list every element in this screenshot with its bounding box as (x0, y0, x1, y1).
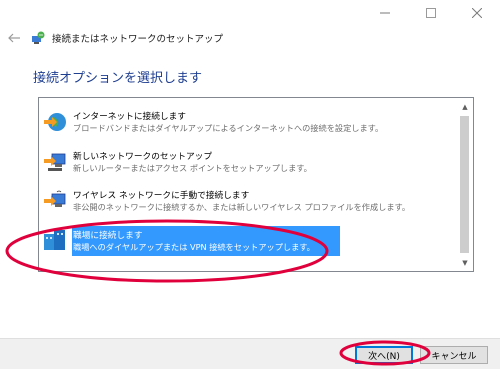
scroll-thumb[interactable] (460, 116, 469, 253)
scroll-up-icon[interactable]: ▲ (457, 99, 473, 115)
network-setup-icon (30, 30, 46, 46)
option-description: 職場へのダイヤルアップまたは VPN 接続をセットアップします。 (73, 242, 315, 252)
connection-options-list[interactable]: インターネットに接続します ブロードバンドまたはダイヤルアップによるインターネッ… (38, 97, 474, 272)
option-internet[interactable]: インターネットに接続します ブロードバンドまたはダイヤルアップによるインターネッ… (39, 105, 457, 141)
next-button[interactable]: 次へ(N) (355, 346, 413, 364)
option-new-network[interactable]: 新しいネットワークのセットアップ 新しいルーターまたはアクセス ポイントをセット… (39, 145, 457, 181)
option-title: 職場に接続します (73, 231, 143, 241)
list-scrollbar[interactable]: ▲ ▼ (457, 98, 473, 271)
internet-globe-icon (42, 109, 68, 135)
cancel-button[interactable]: キャンセル (420, 346, 488, 364)
close-icon[interactable] (454, 0, 500, 26)
option-title: 新しいネットワークのセットアップ (73, 152, 212, 162)
option-title: ワイヤレス ネットワークに手動で接続します (73, 191, 250, 201)
back-arrow-icon[interactable] (6, 30, 22, 46)
option-description: 非公開のネットワークに接続するか、または新しいワイヤレス プロファイルを作成しま… (73, 202, 411, 212)
button-bar: 次へ(N) キャンセル (0, 338, 500, 369)
window-title: 接続またはネットワークのセットアップ (52, 34, 224, 45)
header: 接続またはネットワークのセットアップ (6, 28, 223, 48)
maximize-icon[interactable] (408, 0, 454, 26)
option-description: 新しいルーターまたはアクセス ポイントをセットアップします。 (73, 163, 312, 173)
scroll-down-icon[interactable]: ▼ (457, 255, 473, 271)
option-description: ブロードバンドまたはダイヤルアップによるインターネットへの接続を設定します。 (73, 123, 384, 133)
network-setup-icon (42, 149, 68, 175)
workplace-icon (42, 228, 68, 254)
setup-window: 接続またはネットワークのセットアップ 接続オプションを選択します インターネット… (0, 0, 500, 369)
option-workplace[interactable]: 職場に接続します 職場へのダイヤルアップまたは VPN 接続をセットアップします… (39, 224, 457, 260)
window-controls (362, 0, 500, 26)
option-wireless-manual[interactable]: ワイヤレス ネットワークに手動で接続します 非公開のネットワークに接続するか、ま… (39, 184, 457, 220)
minimize-icon[interactable] (362, 0, 408, 26)
wireless-network-icon (42, 188, 68, 214)
option-title: インターネットに接続します (73, 112, 186, 122)
page-title: 接続オプションを選択します (33, 71, 203, 86)
